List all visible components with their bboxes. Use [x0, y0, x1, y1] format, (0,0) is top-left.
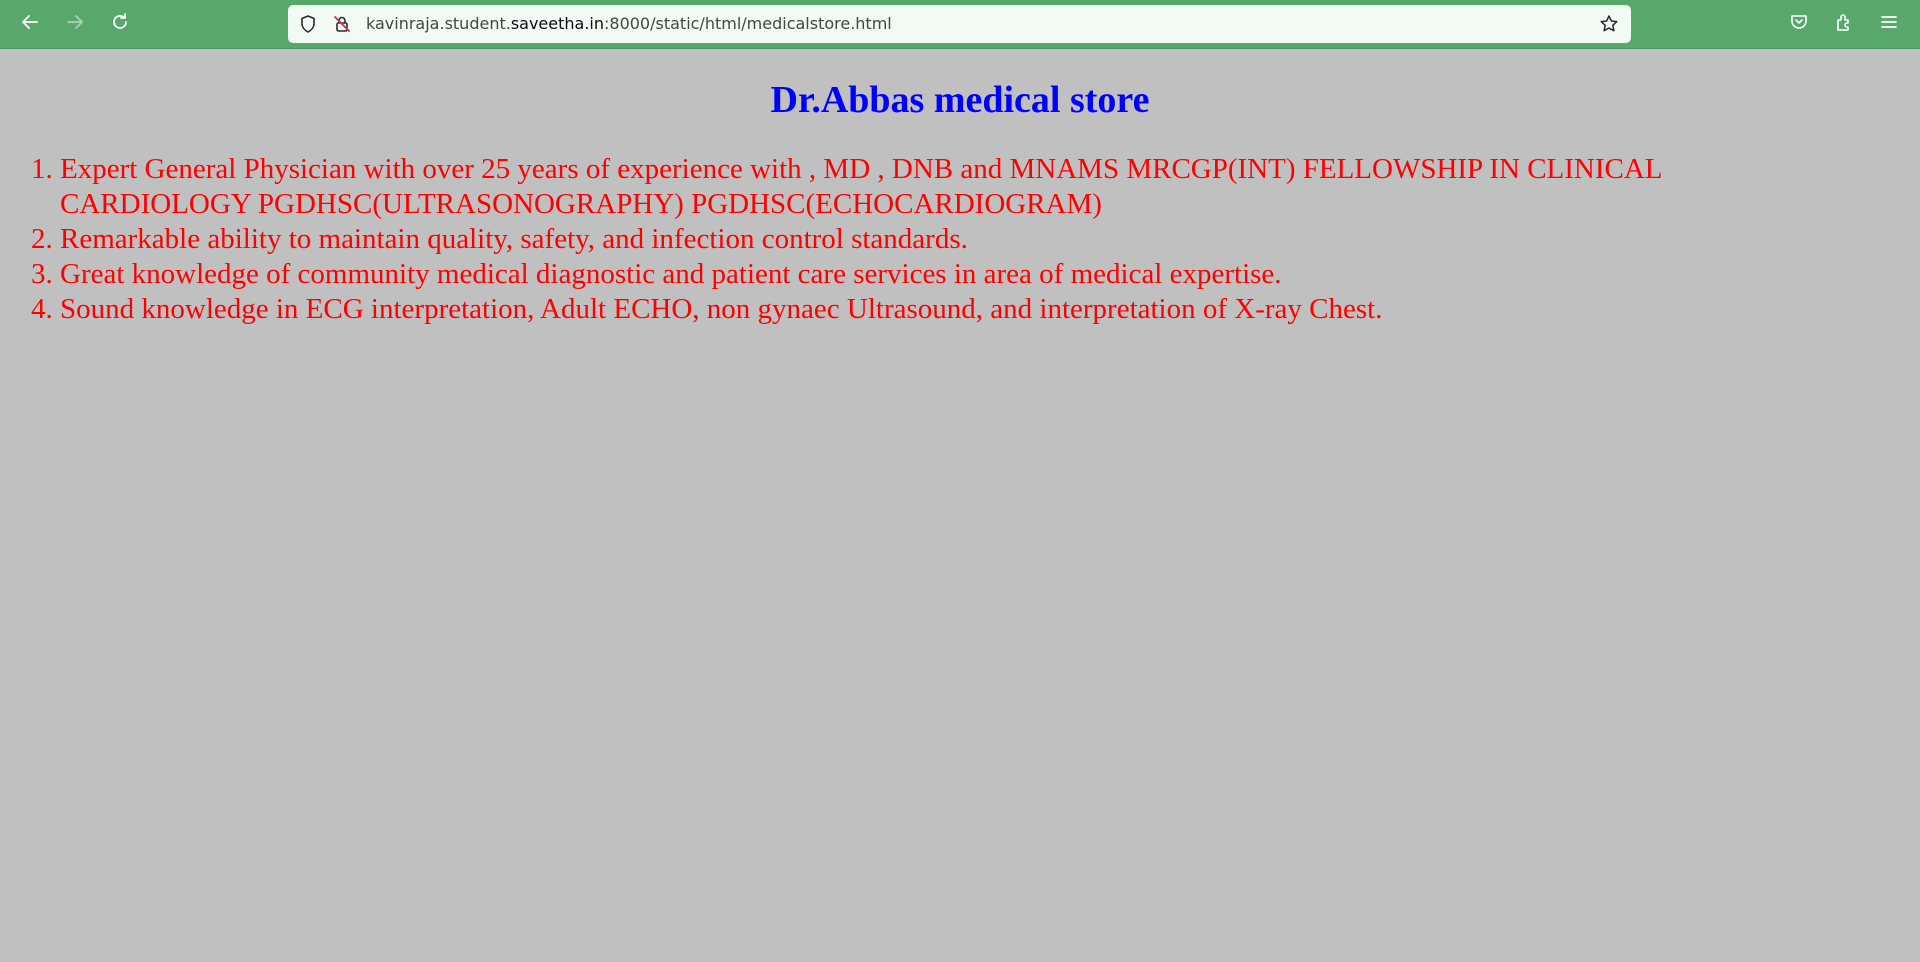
tracking-shield-icon[interactable] — [298, 14, 318, 34]
forward-button[interactable] — [59, 8, 91, 40]
list-item: Great knowledge of community medical dia… — [60, 257, 1780, 292]
browser-toolbar: kavinraja.student.saveetha.in:8000/stati… — [0, 0, 1920, 49]
url-bar[interactable]: kavinraja.student.saveetha.in:8000/stati… — [288, 5, 1631, 43]
back-button[interactable] — [14, 8, 46, 40]
insecure-connection-icon[interactable] — [332, 14, 352, 34]
page-content: Dr.Abbas medical store Expert General Ph… — [0, 49, 1920, 962]
bookmark-star-icon[interactable] — [1599, 14, 1619, 34]
back-arrow-icon — [20, 12, 40, 37]
list-item: Sound knowledge in ECG interpretation, A… — [60, 292, 1780, 327]
url-suffix: :8000/static/html/medicalstore.html — [604, 14, 892, 33]
pocket-button[interactable] — [1785, 10, 1813, 38]
hamburger-menu-icon — [1879, 12, 1899, 37]
list-item: Remarkable ability to maintain quality, … — [60, 222, 1780, 257]
extensions-icon — [1834, 12, 1854, 37]
forward-arrow-icon — [65, 12, 85, 37]
url-prefix: kavinraja.student. — [366, 14, 511, 33]
qualifications-list: Expert General Physician with over 25 ye… — [0, 152, 1780, 327]
reload-button[interactable] — [104, 8, 136, 40]
extensions-button[interactable] — [1830, 10, 1858, 38]
page-title: Dr.Abbas medical store — [770, 79, 1150, 121]
url-text[interactable]: kavinraja.student.saveetha.in:8000/stati… — [366, 5, 892, 43]
reload-icon — [110, 12, 130, 37]
menu-button[interactable] — [1875, 10, 1903, 38]
list-item: Expert General Physician with over 25 ye… — [60, 152, 1780, 222]
pocket-icon — [1789, 12, 1809, 37]
url-domain: saveetha.in — [510, 14, 604, 33]
